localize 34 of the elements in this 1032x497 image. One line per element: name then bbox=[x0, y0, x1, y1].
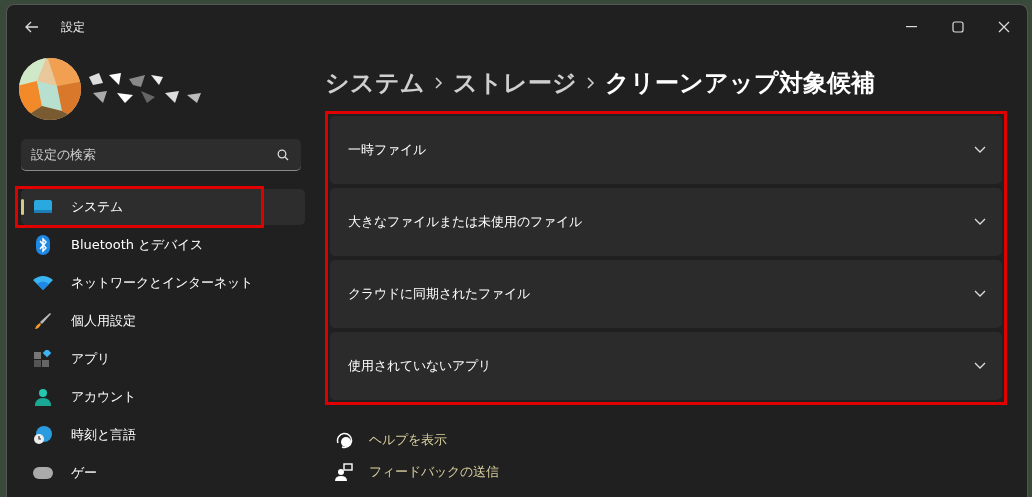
nav-item[interactable]: ゲー bbox=[21, 455, 305, 491]
help-icon bbox=[335, 431, 353, 449]
search-field[interactable]: 設定の検索 bbox=[21, 139, 301, 171]
globe-clock-icon bbox=[33, 425, 53, 445]
close-icon bbox=[998, 21, 1010, 33]
feedback-icon bbox=[335, 463, 353, 481]
breadcrumb-link[interactable]: ストレージ bbox=[453, 67, 577, 99]
nav-item[interactable]: 時刻と言語 bbox=[21, 417, 305, 453]
bluetooth-icon bbox=[35, 235, 51, 255]
expander-row[interactable]: 大きなファイルまたは未使用のファイル bbox=[330, 188, 1002, 256]
nav-item[interactable]: アプリ bbox=[21, 341, 305, 377]
nav-item[interactable]: 個人用設定 bbox=[21, 303, 305, 339]
monitor-icon bbox=[33, 199, 53, 215]
back-arrow-icon bbox=[25, 21, 39, 33]
window-title: 設定 bbox=[61, 18, 85, 36]
search-icon bbox=[277, 149, 289, 161]
expander-row[interactable]: 使用されていないアプリ bbox=[330, 332, 1002, 400]
expander-row[interactable]: クラウドに同期されたファイル bbox=[330, 260, 1002, 328]
breadcrumb-link[interactable]: システム bbox=[325, 67, 425, 99]
page-title: クリーンアップ対象候補 bbox=[605, 68, 875, 99]
expander-row[interactable]: 一時ファイル bbox=[330, 116, 1002, 184]
nav-item[interactable]: ネットワークとインターネット bbox=[21, 265, 305, 301]
nav-item[interactable]: アカウント bbox=[21, 379, 305, 415]
brush-icon bbox=[34, 312, 52, 330]
chevron-right-icon bbox=[435, 77, 443, 89]
chevron-right-icon bbox=[587, 77, 595, 89]
minimize-icon bbox=[906, 26, 918, 28]
person-icon bbox=[34, 388, 52, 406]
wifi-icon bbox=[33, 275, 53, 291]
link[interactable]: ヘルプを表示 bbox=[335, 431, 447, 449]
apps-icon bbox=[34, 350, 52, 368]
nav-item[interactable]: Bluetooth とデバイス bbox=[21, 227, 305, 263]
maximize-icon bbox=[952, 21, 964, 33]
link[interactable]: フィードバックの送信 bbox=[335, 463, 499, 481]
